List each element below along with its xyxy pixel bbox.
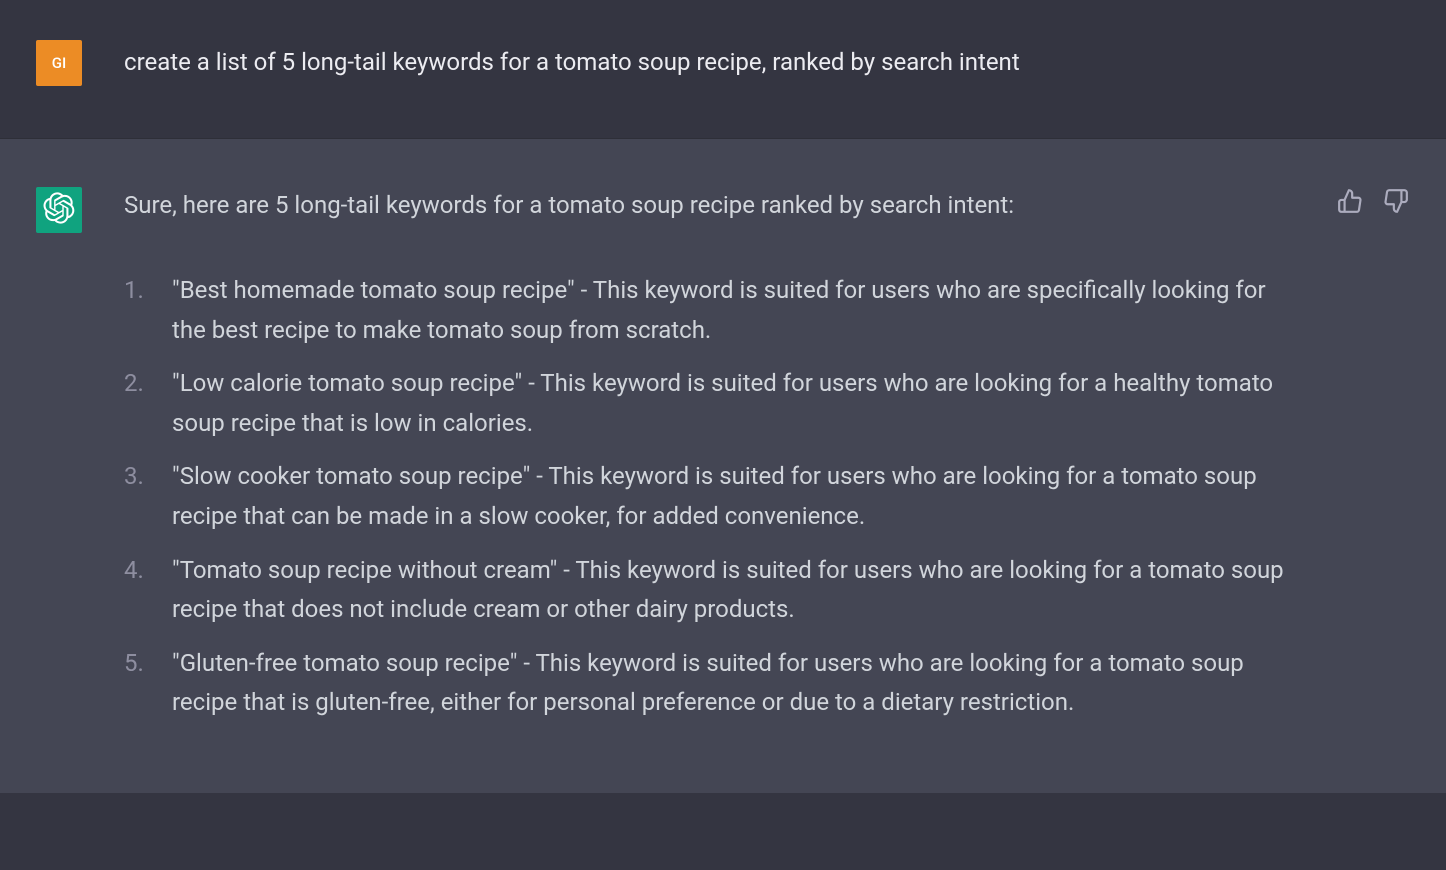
assistant-avatar [36, 187, 82, 233]
list-item: "Tomato soup recipe without cream" - Thi… [124, 551, 1304, 630]
assistant-message-row: Sure, here are 5 long-tail keywords for … [0, 138, 1446, 793]
thumbs-down-icon [1383, 188, 1409, 217]
keyword-list: "Best homemade tomato soup recipe" - Thi… [124, 271, 1304, 723]
assistant-content: Sure, here are 5 long-tail keywords for … [124, 187, 1304, 737]
openai-logo-icon [43, 192, 75, 228]
list-item: "Best homemade tomato soup recipe" - Thi… [124, 271, 1304, 350]
list-item: "Gluten-free tomato soup recipe" - This … [124, 644, 1304, 723]
user-avatar: GI [36, 40, 82, 86]
list-item: "Low calorie tomato soup recipe" - This … [124, 364, 1304, 443]
feedback-buttons [1336, 187, 1410, 218]
user-avatar-initials: GI [52, 54, 66, 72]
thumbs-up-button[interactable] [1336, 187, 1364, 218]
user-message-text: create a list of 5 long-tail keywords fo… [124, 40, 1020, 80]
assistant-intro-text: Sure, here are 5 long-tail keywords for … [124, 187, 1304, 223]
list-item: "Slow cooker tomato soup recipe" - This … [124, 457, 1304, 536]
user-message-row: GI create a list of 5 long-tail keywords… [0, 0, 1446, 138]
thumbs-up-icon [1337, 188, 1363, 217]
thumbs-down-button[interactable] [1382, 187, 1410, 218]
